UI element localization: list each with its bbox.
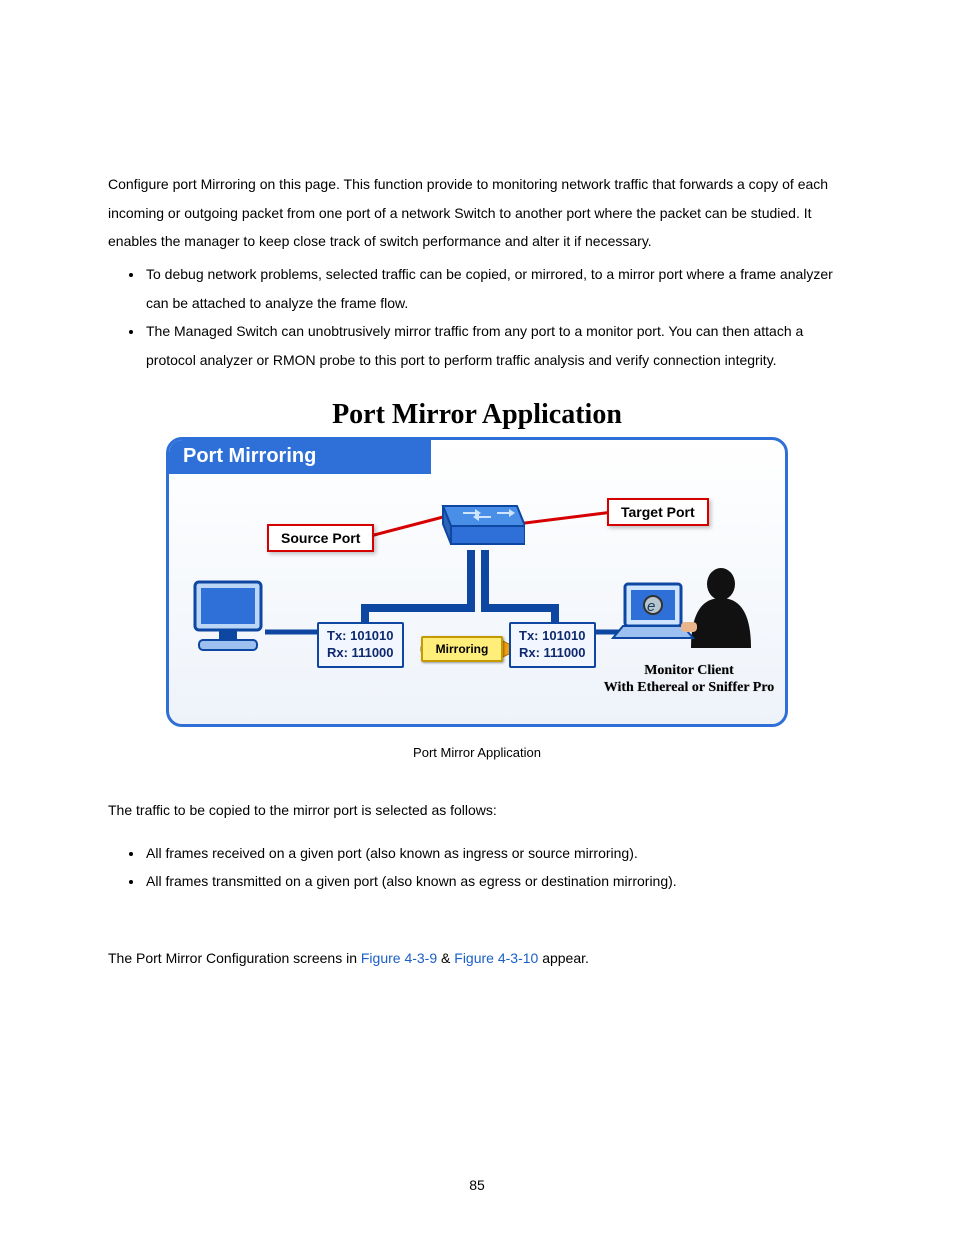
tx-value: Tx: 101010	[327, 628, 394, 645]
bullet-list-2: All frames received on a given port (als…	[108, 839, 846, 896]
figure-link-4-3-9[interactable]: Figure 4-3-9	[361, 950, 437, 966]
list-item: The Managed Switch can unobtrusively mir…	[144, 317, 846, 374]
text: appear.	[538, 950, 589, 966]
diagram-title: Port Mirror Application	[332, 399, 622, 431]
text: &	[437, 950, 454, 966]
diagram-caption: Port Mirror Application	[413, 745, 541, 760]
target-port-label: Target Port	[607, 498, 709, 526]
desktop-icon	[189, 578, 273, 664]
monitor-line1: Monitor Client	[589, 662, 788, 680]
monitor-line2: With Ethereal or Sniffer Pro	[589, 679, 788, 697]
tx-value: Tx: 101010	[519, 628, 586, 645]
rx-value: Rx: 111000	[327, 645, 394, 662]
tx-rx-target: Tx: 101010 Rx: 111000	[509, 622, 596, 668]
text: The Port Mirror Configuration screens in	[108, 950, 361, 966]
figure-link-4-3-10[interactable]: Figure 4-3-10	[454, 950, 538, 966]
mirroring-label: Mirroring	[421, 636, 503, 662]
intro-paragraph: Configure port Mirroring on this page. T…	[108, 170, 846, 256]
switch-icon	[435, 494, 525, 554]
rx-value: Rx: 111000	[519, 645, 586, 662]
svg-text:e: e	[647, 598, 655, 615]
traffic-copy-paragraph: The traffic to be copied to the mirror p…	[108, 796, 846, 825]
config-screens-sentence: The Port Mirror Configuration screens in…	[108, 944, 846, 973]
list-item: All frames received on a given port (als…	[144, 839, 846, 868]
monitor-client-icon: e	[611, 558, 771, 668]
list-item: All frames transmitted on a given port (…	[144, 867, 846, 896]
source-port-label: Source Port	[267, 524, 374, 552]
page-number: 85	[0, 1177, 954, 1193]
bullet-list-1: To debug network problems, selected traf…	[108, 260, 846, 375]
monitor-client-text: Monitor Client With Ethereal or Sniffer …	[589, 662, 788, 697]
list-item: To debug network problems, selected traf…	[144, 260, 846, 317]
tx-rx-source: Tx: 101010 Rx: 111000	[317, 622, 404, 668]
port-mirror-diagram: Port Mirroring	[166, 437, 788, 727]
